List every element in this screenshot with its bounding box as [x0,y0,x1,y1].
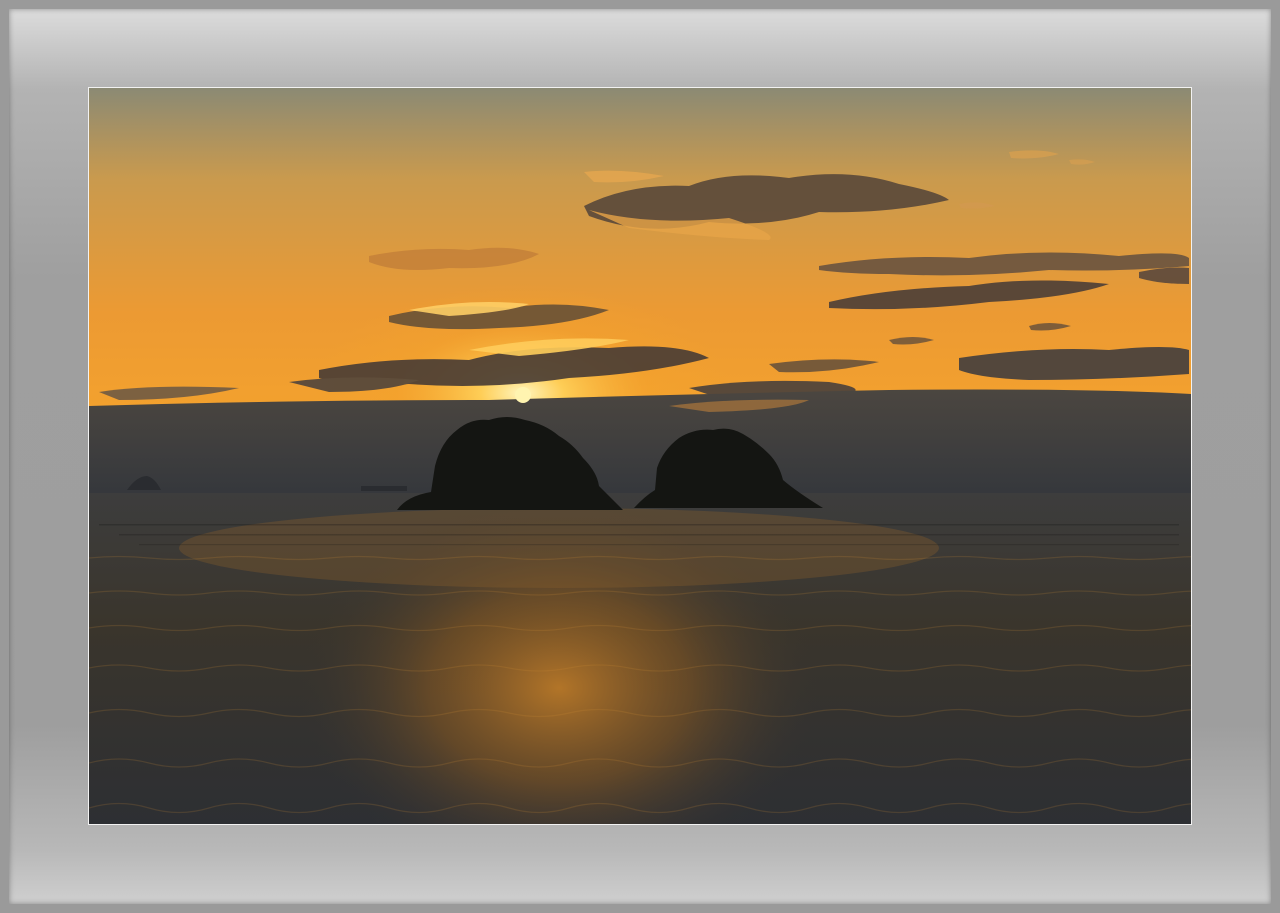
haze-band [89,389,1191,500]
distant-ship [361,486,407,491]
sun [515,387,531,403]
sunset-photo [89,88,1191,824]
photo [88,87,1192,825]
